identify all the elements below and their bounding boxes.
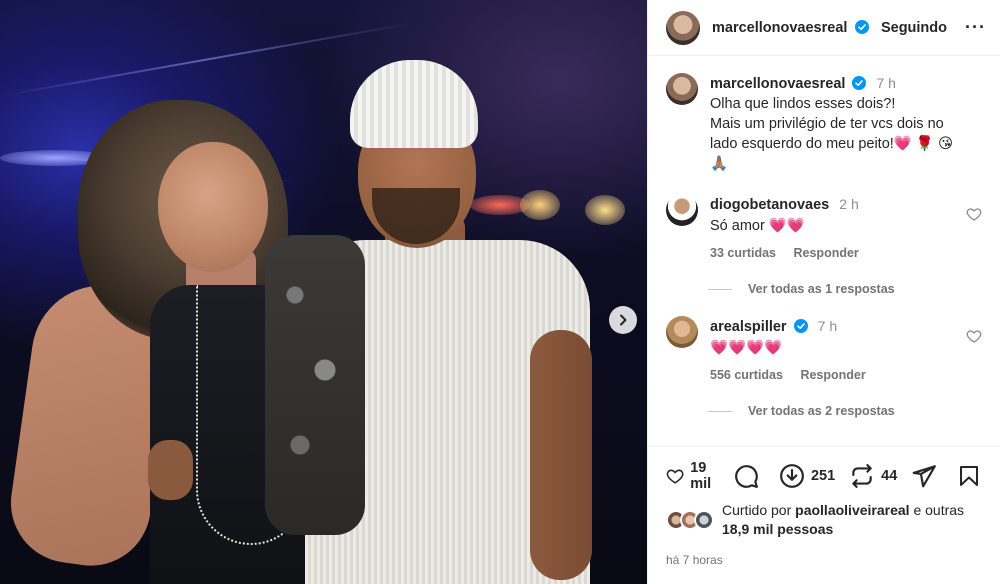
reply-button[interactable]: Responder <box>800 368 865 382</box>
comment-time: 7 h <box>817 318 838 334</box>
save-button[interactable] <box>957 463 987 489</box>
next-photo-button[interactable] <box>609 306 637 334</box>
liked-by-user[interactable]: paollaoliveirareal <box>795 502 909 518</box>
avatar[interactable] <box>666 194 698 226</box>
comment-text: 💗💗💗💗 <box>710 340 783 356</box>
caption-line: 🙏🏽 <box>710 156 729 172</box>
view-replies[interactable]: Ver todas as 2 respostas <box>648 404 1000 418</box>
comment-icon <box>735 465 758 488</box>
post-sidebar: marcellonovaesreal Seguindo ··· marcello… <box>647 0 1000 584</box>
view-replies-label: Ver todas as 1 respostas <box>748 282 895 296</box>
man-arm <box>530 330 592 580</box>
download-circle-icon <box>780 464 804 488</box>
heart-icon <box>666 469 684 484</box>
caption-username[interactable]: marcellonovaesreal <box>710 76 845 92</box>
liked-by-others[interactable]: 18,9 mil pessoas <box>722 521 833 537</box>
more-horizontal-icon[interactable]: ··· <box>965 17 986 38</box>
likes-count: 19 mil <box>690 460 712 492</box>
avatar[interactable] <box>694 510 714 530</box>
repost-icon <box>852 464 872 488</box>
comment-body: arealspiller 7 h 💗💗💗💗 556 curtidas Respo… <box>710 316 986 386</box>
share-button[interactable] <box>911 463 943 489</box>
author-username[interactable]: marcellonovaesreal <box>712 20 847 36</box>
reply-button[interactable]: Responder <box>794 246 859 260</box>
post-timestamp[interactable]: há 7 horas <box>666 553 986 567</box>
author-line: marcellonovaesreal <box>712 19 869 37</box>
post-header: marcellonovaesreal Seguindo ··· <box>648 0 1000 56</box>
liked-by-text: Curtido por paollaoliveirareal e outras … <box>722 501 964 539</box>
heart-outline-icon[interactable] <box>966 328 982 344</box>
caption-line: Mais um privilégio de ter vcs dois no <box>710 116 944 132</box>
avatar[interactable] <box>666 10 700 45</box>
comment-meta: 33 curtidas Responder <box>710 243 986 264</box>
heart-outline-icon[interactable] <box>966 206 982 222</box>
comment: diogobetanovaes 2 h Só amor 💗💗 33 curtid… <box>648 194 1000 264</box>
comment-likes[interactable]: 556 curtidas <box>710 368 783 382</box>
post-actions: 19 mil 251 44 Curtido por paollaoliveira… <box>648 446 1000 584</box>
liked-by-prefix: Curtido por <box>722 502 792 518</box>
divider-line <box>708 410 732 412</box>
comment-time: 2 h <box>839 196 859 212</box>
comment-button[interactable] <box>733 463 765 489</box>
bookmark-icon <box>960 466 979 486</box>
bokeh-light <box>585 195 625 225</box>
light-beam <box>0 22 414 97</box>
white-beanie <box>350 60 478 148</box>
liked-by-conj: e outras <box>913 502 965 518</box>
repost-count-button[interactable]: 251 <box>779 463 835 489</box>
bokeh-light <box>520 190 560 220</box>
verified-badge-icon <box>852 76 867 90</box>
divider-line <box>708 288 732 290</box>
following-button[interactable]: Seguindo <box>881 20 947 36</box>
caption-line: lado esquerdo do meu peito!💗 🌹 😘 <box>710 136 954 152</box>
paper-plane-icon <box>912 465 937 488</box>
view-replies-label: Ver todas as 2 respostas <box>748 404 895 418</box>
verified-badge-icon <box>793 319 808 333</box>
shares-count: 44 <box>881 468 898 484</box>
like-button[interactable]: 19 mil <box>666 460 719 492</box>
woman-face <box>158 142 268 272</box>
comment-likes[interactable]: 33 curtidas <box>710 246 776 260</box>
comment-body: diogobetanovaes 2 h Só amor 💗💗 33 curtid… <box>710 194 986 264</box>
verified-badge-icon <box>854 19 869 34</box>
view-replies[interactable]: Ver todas as 1 respostas <box>648 282 1000 296</box>
repost-button[interactable]: 44 <box>849 463 897 489</box>
comment: arealspiller 7 h 💗💗💗💗 556 curtidas Respo… <box>648 316 1000 386</box>
liked-by: Curtido por paollaoliveirareal e outras … <box>666 501 986 539</box>
chevron-right-icon <box>620 314 627 326</box>
post-caption: marcellonovaesreal 7 h Olha que lindos e… <box>648 57 1000 174</box>
hand <box>148 440 193 500</box>
caption-body: marcellonovaesreal 7 h Olha que lindos e… <box>710 73 953 174</box>
caption-line: Olha que lindos esses dois?! <box>710 96 896 112</box>
liked-avatars <box>666 510 714 530</box>
comment-username[interactable]: diogobetanovaes <box>710 197 829 213</box>
avatar[interactable] <box>666 73 698 105</box>
comments-list[interactable]: marcellonovaesreal 7 h Olha que lindos e… <box>648 57 1000 445</box>
post-photo[interactable] <box>0 0 647 584</box>
action-bar: 19 mil 251 44 <box>666 460 987 492</box>
repost-count: 251 <box>810 468 836 484</box>
leopard-scarf <box>265 235 365 535</box>
comment-text: Só amor 💗💗 <box>710 218 805 234</box>
comment-username[interactable]: arealspiller <box>710 319 787 335</box>
comment-meta: 556 curtidas Responder <box>710 365 986 386</box>
avatar[interactable] <box>666 316 698 348</box>
caption-time: 7 h <box>876 75 896 91</box>
